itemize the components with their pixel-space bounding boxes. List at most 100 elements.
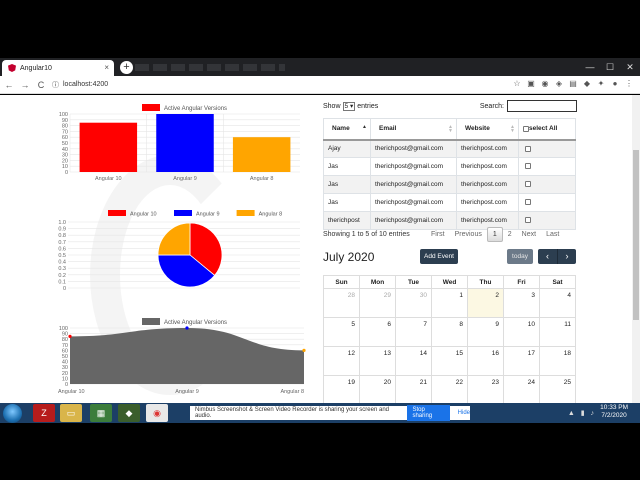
calendar-day[interactable]: 15 (431, 346, 468, 376)
calendar-day[interactable]: 25 (539, 375, 576, 403)
extension-icon[interactable]: ◈ (554, 79, 564, 89)
calendar-day[interactable]: 22 (431, 375, 468, 403)
profile-icon[interactable]: ● (610, 79, 620, 89)
page-scrollbar[interactable] (632, 95, 640, 403)
calendar-day[interactable]: 6 (359, 317, 396, 347)
extension-icon[interactable]: ▣ (526, 79, 536, 89)
calendar-day[interactable]: 29 (359, 288, 396, 318)
calendar-day[interactable]: 18 (539, 346, 576, 376)
column-header-name[interactable]: Name ▲ (323, 118, 371, 141)
column-header-email[interactable]: Email ▲ ▼ (370, 118, 457, 141)
x-tick-label: Angular 10 (95, 176, 122, 182)
legend-label: Angular 9 (196, 212, 220, 218)
minimize-button[interactable]: — (580, 58, 600, 76)
puzzle-icon[interactable]: ✦ (596, 79, 606, 89)
column-header-select-all[interactable]: select All (518, 118, 576, 141)
weekday-header: Mon (359, 275, 396, 289)
cell-name: Jas (323, 157, 371, 176)
calendar-day[interactable]: 2 (467, 288, 504, 318)
add-event-button[interactable]: Add Event (420, 249, 458, 264)
new-tab-button[interactable]: + (120, 61, 133, 74)
reload-button[interactable]: C (34, 80, 48, 90)
address-bar[interactable]: ⓘ localhost:4200 (52, 78, 552, 91)
y-tick-label: 0.2 (58, 273, 66, 279)
filezilla-icon[interactable]: Z (33, 404, 55, 422)
forward-button[interactable]: → (18, 80, 32, 90)
calendar-day[interactable]: 23 (467, 375, 504, 403)
cell-select (518, 175, 576, 194)
search-input[interactable] (507, 100, 577, 112)
entries-label: entries (357, 103, 379, 110)
chevron-left-icon[interactable]: ‹ (538, 249, 557, 264)
blurred-region (135, 64, 285, 71)
column-header-website[interactable]: Website ▲ ▼ (456, 118, 519, 141)
page-1[interactable]: 1 (486, 227, 503, 242)
data-table: Name ▲ Email ▲ ▼ Website ▲ ▼ select All Ajay t… (323, 118, 576, 230)
maximize-button[interactable]: ☐ (600, 58, 620, 76)
calendar-day[interactable]: 20 (359, 375, 396, 403)
calendar-day[interactable]: 21 (395, 375, 432, 403)
row-checkbox[interactable] (525, 199, 531, 206)
calendar-day[interactable]: 12 (323, 346, 360, 376)
x-tick-label: Angular 10 (58, 389, 85, 395)
row-checkbox[interactable] (525, 181, 531, 188)
page-first[interactable]: First (426, 228, 450, 241)
calendar-day[interactable]: 14 (395, 346, 432, 376)
row-checkbox[interactable] (525, 163, 531, 170)
tab-close-icon[interactable]: × (104, 63, 109, 72)
row-checkbox[interactable] (525, 145, 531, 152)
folder-icon[interactable]: ▭ (60, 404, 82, 422)
legend: Angular 10 Angular 9 Angular 8 (108, 210, 282, 218)
weekday-header: Sun (323, 275, 360, 289)
calendar-day[interactable]: 8 (431, 317, 468, 347)
start-button[interactable] (3, 404, 22, 423)
page-previous[interactable]: Previous (450, 228, 487, 241)
calendar-day[interactable]: 9 (467, 317, 504, 347)
scrollbar-thumb[interactable] (633, 150, 639, 320)
cell-name: Jas (323, 193, 371, 212)
page-length-value: 5 (344, 103, 349, 110)
calendar-day[interactable]: 19 (323, 375, 360, 403)
calendar-day[interactable]: 4 (539, 288, 576, 318)
clock[interactable]: 10:33 PM 7/2/2020 (600, 404, 628, 420)
tab-title: Angular10 (20, 64, 52, 72)
back-button[interactable]: ← (2, 80, 16, 90)
menu-icon[interactable]: ⋮ (624, 79, 634, 89)
page-next[interactable]: Next (517, 228, 541, 241)
system-tray[interactable]: ▲ ▮ ♪ (568, 409, 596, 417)
extension-icon[interactable]: ▤ (568, 79, 578, 89)
extension-icon[interactable]: ◉ (540, 79, 550, 89)
calendar-day[interactable]: 30 (395, 288, 432, 318)
hide-button[interactable]: Hide (458, 410, 470, 416)
calendar-day[interactable]: 24 (503, 375, 540, 403)
page-length-select[interactable]: 5 ▾ (342, 102, 356, 111)
x-axis: Angular 10 Angular 9 Angular 8 (95, 176, 273, 182)
extension-icon[interactable]: ◆ (582, 79, 592, 89)
calendar-day[interactable]: 11 (539, 317, 576, 347)
y-tick-label: 0.4 (58, 260, 66, 266)
page-2[interactable]: 2 (503, 228, 517, 241)
calendar-day[interactable]: 28 (323, 288, 360, 318)
page-last[interactable]: Last (541, 228, 564, 241)
chrome-icon[interactable]: ◉ (146, 404, 168, 422)
calendar-day[interactable]: 7 (395, 317, 432, 347)
calendar-day[interactable]: 10 (503, 317, 540, 347)
calendar-day[interactable]: 3 (503, 288, 540, 318)
calendar-day[interactable]: 13 (359, 346, 396, 376)
browser-tab[interactable]: Angular10 × (2, 60, 114, 76)
today-button[interactable]: today (507, 249, 533, 264)
close-window-button[interactable]: ✕ (620, 58, 640, 76)
weekday-header: Tue (395, 275, 432, 289)
star-icon[interactable]: ☆ (512, 79, 522, 89)
app-icon[interactable]: ▦ (90, 404, 112, 422)
stop-sharing-button[interactable]: Stop sharing (407, 405, 450, 421)
app-icon[interactable]: ◆ (118, 404, 140, 422)
calendar-day[interactable]: 16 (467, 346, 504, 376)
calendar-day[interactable]: 5 (323, 317, 360, 347)
chevron-right-icon[interactable]: › (557, 249, 576, 264)
calendar-day[interactable]: 1 (431, 288, 468, 318)
row-checkbox[interactable] (525, 217, 531, 224)
weekday-header: Sat (539, 275, 576, 289)
calendar-day[interactable]: 17 (503, 346, 540, 376)
search-box: Search: (480, 100, 577, 112)
